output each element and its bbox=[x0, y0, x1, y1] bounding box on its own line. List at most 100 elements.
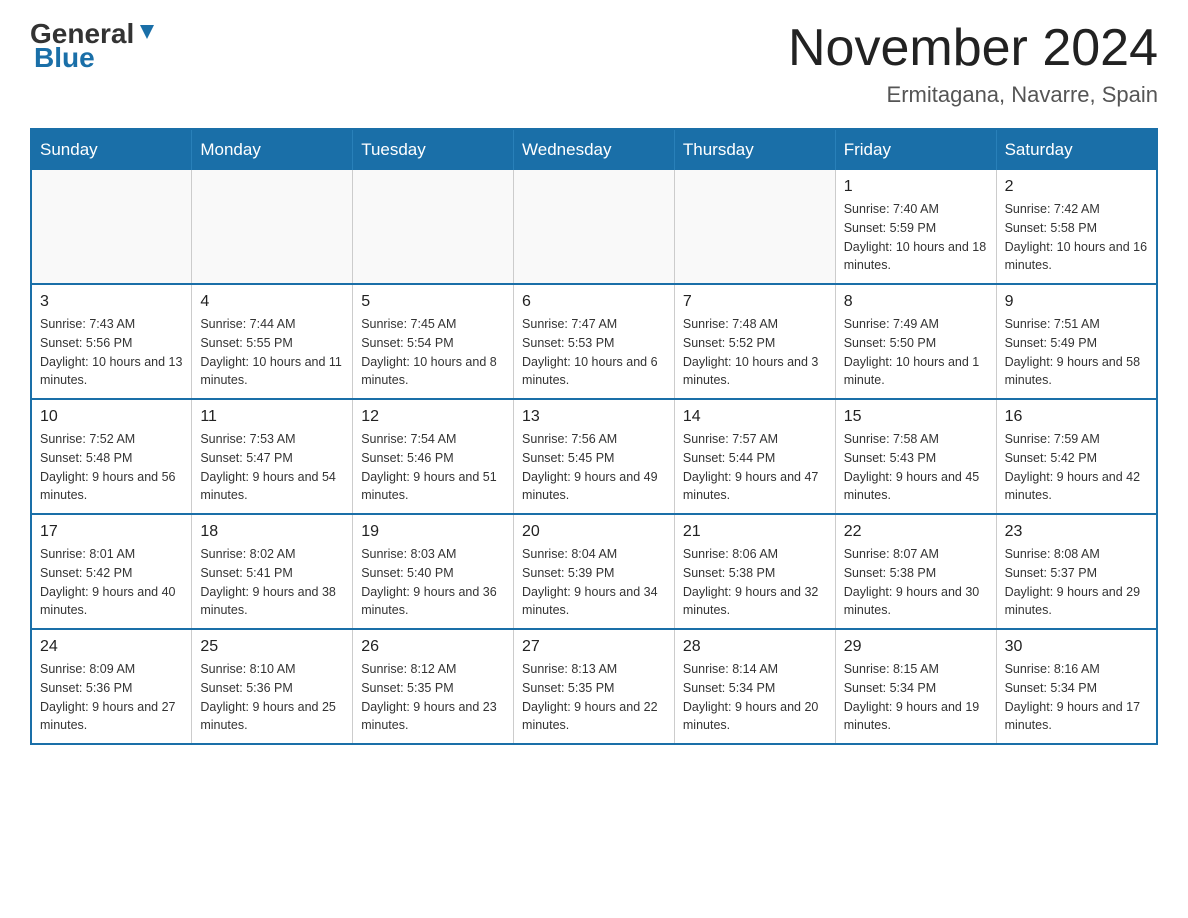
day-info: Sunrise: 8:16 AMSunset: 5:34 PMDaylight:… bbox=[1005, 660, 1148, 735]
day-info: Sunrise: 7:57 AMSunset: 5:44 PMDaylight:… bbox=[683, 430, 827, 505]
day-info: Sunrise: 8:07 AMSunset: 5:38 PMDaylight:… bbox=[844, 545, 988, 620]
calendar-cell bbox=[192, 170, 353, 284]
weekday-header-monday: Monday bbox=[192, 129, 353, 170]
day-number: 4 bbox=[200, 293, 344, 311]
calendar-week-2: 3 Sunrise: 7:43 AMSunset: 5:56 PMDaylight… bbox=[31, 284, 1157, 399]
day-info: Sunrise: 8:14 AMSunset: 5:34 PMDaylight:… bbox=[683, 660, 827, 735]
day-number: 26 bbox=[361, 638, 505, 656]
calendar-cell: 3 Sunrise: 7:43 AMSunset: 5:56 PMDaylight… bbox=[31, 284, 192, 399]
calendar-cell: 9Sunrise: 7:51 AMSunset: 5:49 PMDaylight… bbox=[996, 284, 1157, 399]
day-number: 1 bbox=[844, 178, 988, 196]
calendar-cell: 6Sunrise: 7:47 AMSunset: 5:53 PMDaylight… bbox=[514, 284, 675, 399]
day-info: Sunrise: 7:48 AMSunset: 5:52 PMDaylight:… bbox=[683, 315, 827, 390]
calendar-cell: 21 Sunrise: 8:06 AMSunset: 5:38 PMDayligh… bbox=[674, 514, 835, 629]
day-info: Sunrise: 8:15 AMSunset: 5:34 PMDaylight:… bbox=[844, 660, 988, 735]
day-number: 5 bbox=[361, 293, 505, 311]
calendar-cell: 13 Sunrise: 7:56 AMSunset: 5:45 PMDayligh… bbox=[514, 399, 675, 514]
day-number: 18 bbox=[200, 523, 344, 541]
calendar-week-3: 10 Sunrise: 7:52 AMSunset: 5:48 PMDayligh… bbox=[31, 399, 1157, 514]
day-info: Sunrise: 8:01 AMSunset: 5:42 PMDaylight:… bbox=[40, 545, 183, 620]
logo-triangle-icon bbox=[136, 21, 158, 43]
day-number: 13 bbox=[522, 408, 666, 426]
day-number: 3 bbox=[40, 293, 183, 311]
calendar-cell: 12Sunrise: 7:54 AMSunset: 5:46 PMDayligh… bbox=[353, 399, 514, 514]
day-info: Sunrise: 8:13 AMSunset: 5:35 PMDaylight:… bbox=[522, 660, 666, 735]
weekday-header-sunday: Sunday bbox=[31, 129, 192, 170]
calendar-week-4: 17 Sunrise: 8:01 AMSunset: 5:42 PMDayligh… bbox=[31, 514, 1157, 629]
day-number: 27 bbox=[522, 638, 666, 656]
location: Ermitagana, Navarre, Spain bbox=[788, 82, 1158, 108]
day-info: Sunrise: 8:10 AMSunset: 5:36 PMDaylight:… bbox=[200, 660, 344, 735]
calendar-cell: 23Sunrise: 8:08 AMSunset: 5:37 PMDayligh… bbox=[996, 514, 1157, 629]
day-info: Sunrise: 8:12 AMSunset: 5:35 PMDaylight:… bbox=[361, 660, 505, 735]
day-number: 21 bbox=[683, 523, 827, 541]
day-number: 24 bbox=[40, 638, 183, 656]
title-section: November 2024 Ermitagana, Navarre, Spain bbox=[788, 20, 1158, 108]
day-info: Sunrise: 7:52 AMSunset: 5:48 PMDaylight:… bbox=[40, 430, 183, 505]
page-header: General Blue November 2024 Ermitagana, N… bbox=[30, 20, 1158, 108]
day-number: 20 bbox=[522, 523, 666, 541]
day-info: Sunrise: 7:44 AMSunset: 5:55 PMDaylight:… bbox=[200, 315, 344, 390]
day-info: Sunrise: 7:58 AMSunset: 5:43 PMDaylight:… bbox=[844, 430, 988, 505]
calendar-cell: 1Sunrise: 7:40 AMSunset: 5:59 PMDaylight… bbox=[835, 170, 996, 284]
calendar-cell: 15Sunrise: 7:58 AMSunset: 5:43 PMDayligh… bbox=[835, 399, 996, 514]
calendar-cell: 16 Sunrise: 7:59 AMSunset: 5:42 PMDayligh… bbox=[996, 399, 1157, 514]
day-number: 9 bbox=[1005, 293, 1148, 311]
day-number: 10 bbox=[40, 408, 183, 426]
calendar-week-5: 24 Sunrise: 8:09 AMSunset: 5:36 PMDayligh… bbox=[31, 629, 1157, 744]
day-number: 16 bbox=[1005, 408, 1148, 426]
day-info: Sunrise: 7:42 AMSunset: 5:58 PMDaylight:… bbox=[1005, 200, 1148, 275]
calendar-cell bbox=[674, 170, 835, 284]
day-info: Sunrise: 7:49 AMSunset: 5:50 PMDaylight:… bbox=[844, 315, 988, 390]
day-number: 7 bbox=[683, 293, 827, 311]
logo: General Blue bbox=[30, 20, 158, 74]
calendar-cell: 7 Sunrise: 7:48 AMSunset: 5:52 PMDaylight… bbox=[674, 284, 835, 399]
day-info: Sunrise: 7:45 AMSunset: 5:54 PMDaylight:… bbox=[361, 315, 505, 390]
day-number: 28 bbox=[683, 638, 827, 656]
day-number: 17 bbox=[40, 523, 183, 541]
calendar-cell: 24 Sunrise: 8:09 AMSunset: 5:36 PMDayligh… bbox=[31, 629, 192, 744]
day-info: Sunrise: 8:03 AMSunset: 5:40 PMDaylight:… bbox=[361, 545, 505, 620]
day-info: Sunrise: 7:53 AMSunset: 5:47 PMDaylight:… bbox=[200, 430, 344, 505]
day-number: 19 bbox=[361, 523, 505, 541]
day-info: Sunrise: 8:06 AMSunset: 5:38 PMDaylight:… bbox=[683, 545, 827, 620]
day-number: 14 bbox=[683, 408, 827, 426]
day-info: Sunrise: 7:47 AMSunset: 5:53 PMDaylight:… bbox=[522, 315, 666, 390]
day-info: Sunrise: 7:43 AMSunset: 5:56 PMDaylight:… bbox=[40, 315, 183, 390]
day-number: 2 bbox=[1005, 178, 1148, 196]
day-number: 25 bbox=[200, 638, 344, 656]
weekday-header-wednesday: Wednesday bbox=[514, 129, 675, 170]
calendar-cell: 20Sunrise: 8:04 AMSunset: 5:39 PMDayligh… bbox=[514, 514, 675, 629]
calendar-cell: 11 Sunrise: 7:53 AMSunset: 5:47 PMDayligh… bbox=[192, 399, 353, 514]
calendar-cell: 8Sunrise: 7:49 AMSunset: 5:50 PMDaylight… bbox=[835, 284, 996, 399]
day-info: Sunrise: 8:09 AMSunset: 5:36 PMDaylight:… bbox=[40, 660, 183, 735]
month-title: November 2024 bbox=[788, 20, 1158, 77]
logo-blue: Blue bbox=[34, 42, 95, 74]
calendar-header: SundayMondayTuesdayWednesdayThursdayFrid… bbox=[31, 129, 1157, 170]
calendar-cell: 4 Sunrise: 7:44 AMSunset: 5:55 PMDaylight… bbox=[192, 284, 353, 399]
calendar-cell bbox=[353, 170, 514, 284]
weekday-header-saturday: Saturday bbox=[996, 129, 1157, 170]
day-info: Sunrise: 7:56 AMSunset: 5:45 PMDaylight:… bbox=[522, 430, 666, 505]
day-number: 30 bbox=[1005, 638, 1148, 656]
weekday-header-friday: Friday bbox=[835, 129, 996, 170]
calendar-cell bbox=[31, 170, 192, 284]
calendar-cell: 5 Sunrise: 7:45 AMSunset: 5:54 PMDaylight… bbox=[353, 284, 514, 399]
calendar-cell bbox=[514, 170, 675, 284]
calendar-cell: 19 Sunrise: 8:03 AMSunset: 5:40 PMDayligh… bbox=[353, 514, 514, 629]
day-number: 11 bbox=[200, 408, 344, 426]
calendar-cell: 27 Sunrise: 8:13 AMSunset: 5:35 PMDayligh… bbox=[514, 629, 675, 744]
weekday-row: SundayMondayTuesdayWednesdayThursdayFrid… bbox=[31, 129, 1157, 170]
calendar-cell: 28 Sunrise: 8:14 AMSunset: 5:34 PMDayligh… bbox=[674, 629, 835, 744]
day-info: Sunrise: 7:59 AMSunset: 5:42 PMDaylight:… bbox=[1005, 430, 1148, 505]
calendar-cell: 18Sunrise: 8:02 AMSunset: 5:41 PMDayligh… bbox=[192, 514, 353, 629]
weekday-header-thursday: Thursday bbox=[674, 129, 835, 170]
calendar-body: 1Sunrise: 7:40 AMSunset: 5:59 PMDaylight… bbox=[31, 170, 1157, 744]
day-info: Sunrise: 7:54 AMSunset: 5:46 PMDaylight:… bbox=[361, 430, 505, 505]
calendar-cell: 26 Sunrise: 8:12 AMSunset: 5:35 PMDayligh… bbox=[353, 629, 514, 744]
day-number: 29 bbox=[844, 638, 988, 656]
calendar-cell: 14 Sunrise: 7:57 AMSunset: 5:44 PMDayligh… bbox=[674, 399, 835, 514]
calendar-table: SundayMondayTuesdayWednesdayThursdayFrid… bbox=[30, 128, 1158, 745]
day-number: 22 bbox=[844, 523, 988, 541]
calendar-cell: 29 Sunrise: 8:15 AMSunset: 5:34 PMDayligh… bbox=[835, 629, 996, 744]
